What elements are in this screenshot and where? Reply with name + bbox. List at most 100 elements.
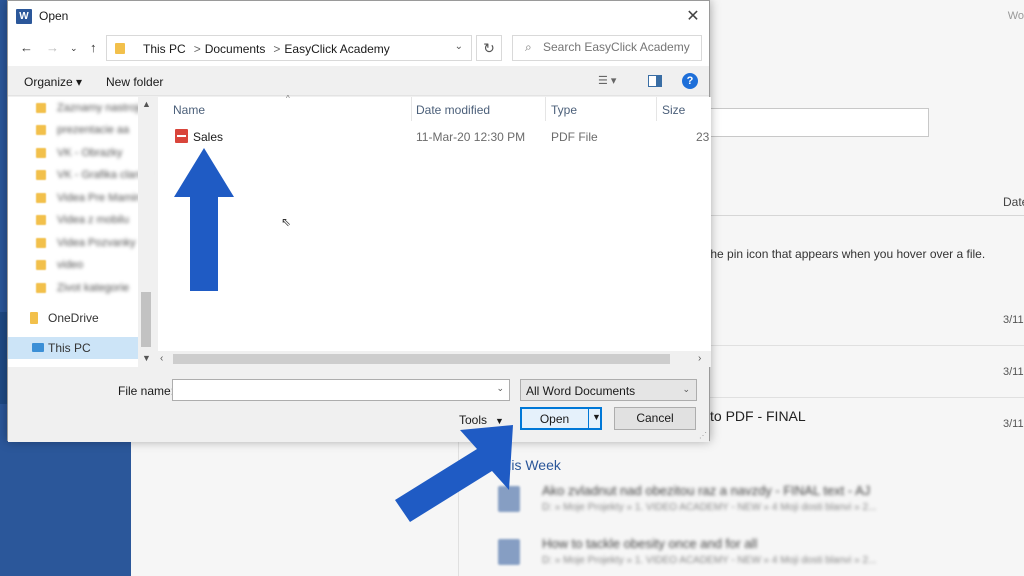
folder-icon <box>36 125 46 135</box>
sidebar-item-label: This PC <box>48 341 91 355</box>
scrollbar-thumb[interactable] <box>173 354 670 364</box>
resize-grip-icon[interactable]: ⋰ <box>699 431 707 440</box>
sidebar-folder[interactable]: Videa z mobilu <box>8 210 138 232</box>
preview-pane-icon[interactable] <box>648 75 662 87</box>
chevron-right-icon[interactable]: > <box>194 42 201 56</box>
file-name-combobox[interactable]: ⌄ <box>172 379 510 401</box>
backstage-search-box[interactable] <box>700 108 929 137</box>
column-header-size[interactable]: Size <box>662 103 685 117</box>
folder-icon <box>36 193 46 203</box>
help-icon[interactable]: ? <box>682 73 698 89</box>
file-size: 23 <box>696 130 709 144</box>
folder-icon <box>36 238 46 248</box>
change-view-icon[interactable]: ☰ ▾ <box>598 74 628 90</box>
row-date: 3/11 <box>1003 314 1024 326</box>
sidebar-folder[interactable]: VK - Grafika clanky <box>8 165 138 187</box>
open-dialog: W Open ✕ ← → ⌄ ↑ This PC > Documents > EasyC… <box>7 0 710 441</box>
pin-tip-text: the pin icon that appears when you hover… <box>707 247 985 261</box>
tools-button[interactable]: Tools ▼ <box>459 413 504 427</box>
file-date: 11-Mar-20 12:30 PM <box>416 130 525 144</box>
file-name: Sales <box>193 130 223 144</box>
refresh-icon[interactable]: ↻ <box>476 35 502 61</box>
sidebar-item-onedrive[interactable]: OneDrive <box>8 307 138 329</box>
breadcrumb-documents[interactable]: Documents <box>205 42 266 56</box>
date-column-header[interactable]: Date <box>1003 195 1024 209</box>
horizontal-scrollbar[interactable]: ‹ › <box>158 351 711 367</box>
column-header-name[interactable]: Name <box>173 103 205 117</box>
sidebar-folder[interactable]: prezentacie aa <box>8 120 138 142</box>
recent-doc-title[interactable]: to PDF - FINAL <box>710 408 806 424</box>
navigation-bar: ← → ⌄ ↑ This PC > Documents > EasyClick Acad… <box>8 32 709 66</box>
doc-path: D: » Moje Projekty » 1. VIDEO ACADEMY - … <box>542 555 876 566</box>
sidebar-folder[interactable]: video <box>8 255 138 277</box>
sidebar-folder[interactable]: Zivot kategorie <box>8 278 138 300</box>
open-button-label: Open <box>521 412 588 426</box>
chevron-down-icon[interactable]: ⌄ <box>455 41 463 52</box>
file-type-filter[interactable]: All Word Documents ⌄ <box>520 379 697 401</box>
organize-button[interactable]: Organize ▾ <box>24 75 82 89</box>
cancel-button[interactable]: Cancel <box>614 407 696 430</box>
tools-label: Tools <box>459 413 487 427</box>
sidebar-folder[interactable]: Videa Pozvanky <box>8 233 138 255</box>
scroll-up-icon[interactable]: ▲ <box>142 99 151 109</box>
file-list: ^ Name Date modified Type Size Sales 11-… <box>158 97 711 367</box>
address-bar[interactable]: This PC > Documents > EasyClick Academy ⌄ <box>106 35 472 61</box>
column-header-date[interactable]: Date modified <box>416 103 490 117</box>
recent-doc-item[interactable]: How to tackle obesity once and for all D… <box>496 535 916 575</box>
file-type-filter-value: All Word Documents <box>526 384 635 398</box>
file-row-sales[interactable]: Sales 11-Mar-20 12:30 PM PDF File 23 <box>168 125 711 147</box>
open-button[interactable]: Open ▼ <box>520 407 602 430</box>
search-box[interactable]: ⌕ <box>512 35 702 61</box>
computer-icon <box>32 343 44 352</box>
column-header-type[interactable]: Type <box>551 103 577 117</box>
sidebar-folder-label: Videa Pre Mamin <box>57 192 141 204</box>
forward-arrow-icon[interactable]: → <box>46 40 59 55</box>
sidebar-item-this-pc[interactable]: This PC <box>8 337 144 359</box>
close-button[interactable]: ✕ <box>677 1 709 32</box>
chevron-right-icon[interactable]: > <box>273 42 280 56</box>
folder-icon <box>36 283 46 293</box>
divider[interactable] <box>545 97 546 121</box>
open-options-caret-icon[interactable]: ▼ <box>592 412 601 422</box>
sidebar-folder-label: Videa Pozvanky <box>57 237 136 249</box>
breadcrumb-this-pc[interactable]: This PC <box>143 42 186 56</box>
sidebar-folder-label: VK - Obrazky <box>57 147 122 159</box>
sidebar-folder[interactable]: Videa Pre Mamin <box>8 188 138 210</box>
divider[interactable] <box>411 97 412 121</box>
sidebar-folder-label: Videa z mobilu <box>57 214 129 226</box>
folder-icon <box>115 43 125 54</box>
recent-doc-item[interactable]: Ako zvladnut nad obezitou raz a navzdy -… <box>496 482 916 522</box>
window-title-fragment: Wo <box>1008 10 1024 22</box>
breadcrumb-easyclick-academy[interactable]: EasyClick Academy <box>284 42 389 56</box>
recent-locations-chevron-icon[interactable]: ⌄ <box>70 43 78 54</box>
dialog-footer: File name: ⌄ All Word Documents ⌄ Tools ▼… <box>8 368 709 442</box>
new-folder-button[interactable]: New folder <box>106 75 163 89</box>
word-app-icon: W <box>16 9 32 24</box>
scroll-right-icon[interactable]: › <box>698 353 701 364</box>
dialog-title: Open <box>39 9 68 23</box>
file-name-field[interactable] <box>177 383 487 397</box>
search-input[interactable] <box>543 40 693 54</box>
search-icon: ⌕ <box>525 40 532 55</box>
folder-icon <box>36 103 46 113</box>
divider[interactable] <box>656 97 657 121</box>
mouse-cursor-icon: ⇖ <box>281 215 291 229</box>
scroll-left-icon[interactable]: ‹ <box>160 353 163 364</box>
up-arrow-icon[interactable]: ↑ <box>90 40 97 55</box>
dialog-titlebar[interactable]: W Open ✕ <box>8 1 709 32</box>
chevron-down-icon[interactable]: ⌄ <box>496 383 504 394</box>
sidebar-folder[interactable]: Zaznamy nastroje <box>8 98 138 120</box>
sidebar-folder-label: video <box>57 259 83 271</box>
pdf-file-icon <box>175 129 188 143</box>
caret-down-icon: ▼ <box>495 416 504 426</box>
sidebar-folder-label: prezentacie aa <box>57 124 129 136</box>
scroll-down-icon[interactable]: ▼ <box>142 353 151 363</box>
divider <box>458 440 459 576</box>
scrollbar-thumb[interactable] <box>141 292 151 347</box>
sidebar-scrollbar[interactable]: ▲ ▼ <box>138 97 154 367</box>
back-arrow-icon[interactable]: ← <box>20 40 33 55</box>
sidebar-folder[interactable]: VK - Obrazky <box>8 143 138 165</box>
sidebar-folder-label: Zivot kategorie <box>57 282 129 294</box>
file-name-label: File name: <box>118 384 174 398</box>
sidebar-folder-label: Zaznamy nastroje <box>57 102 144 114</box>
